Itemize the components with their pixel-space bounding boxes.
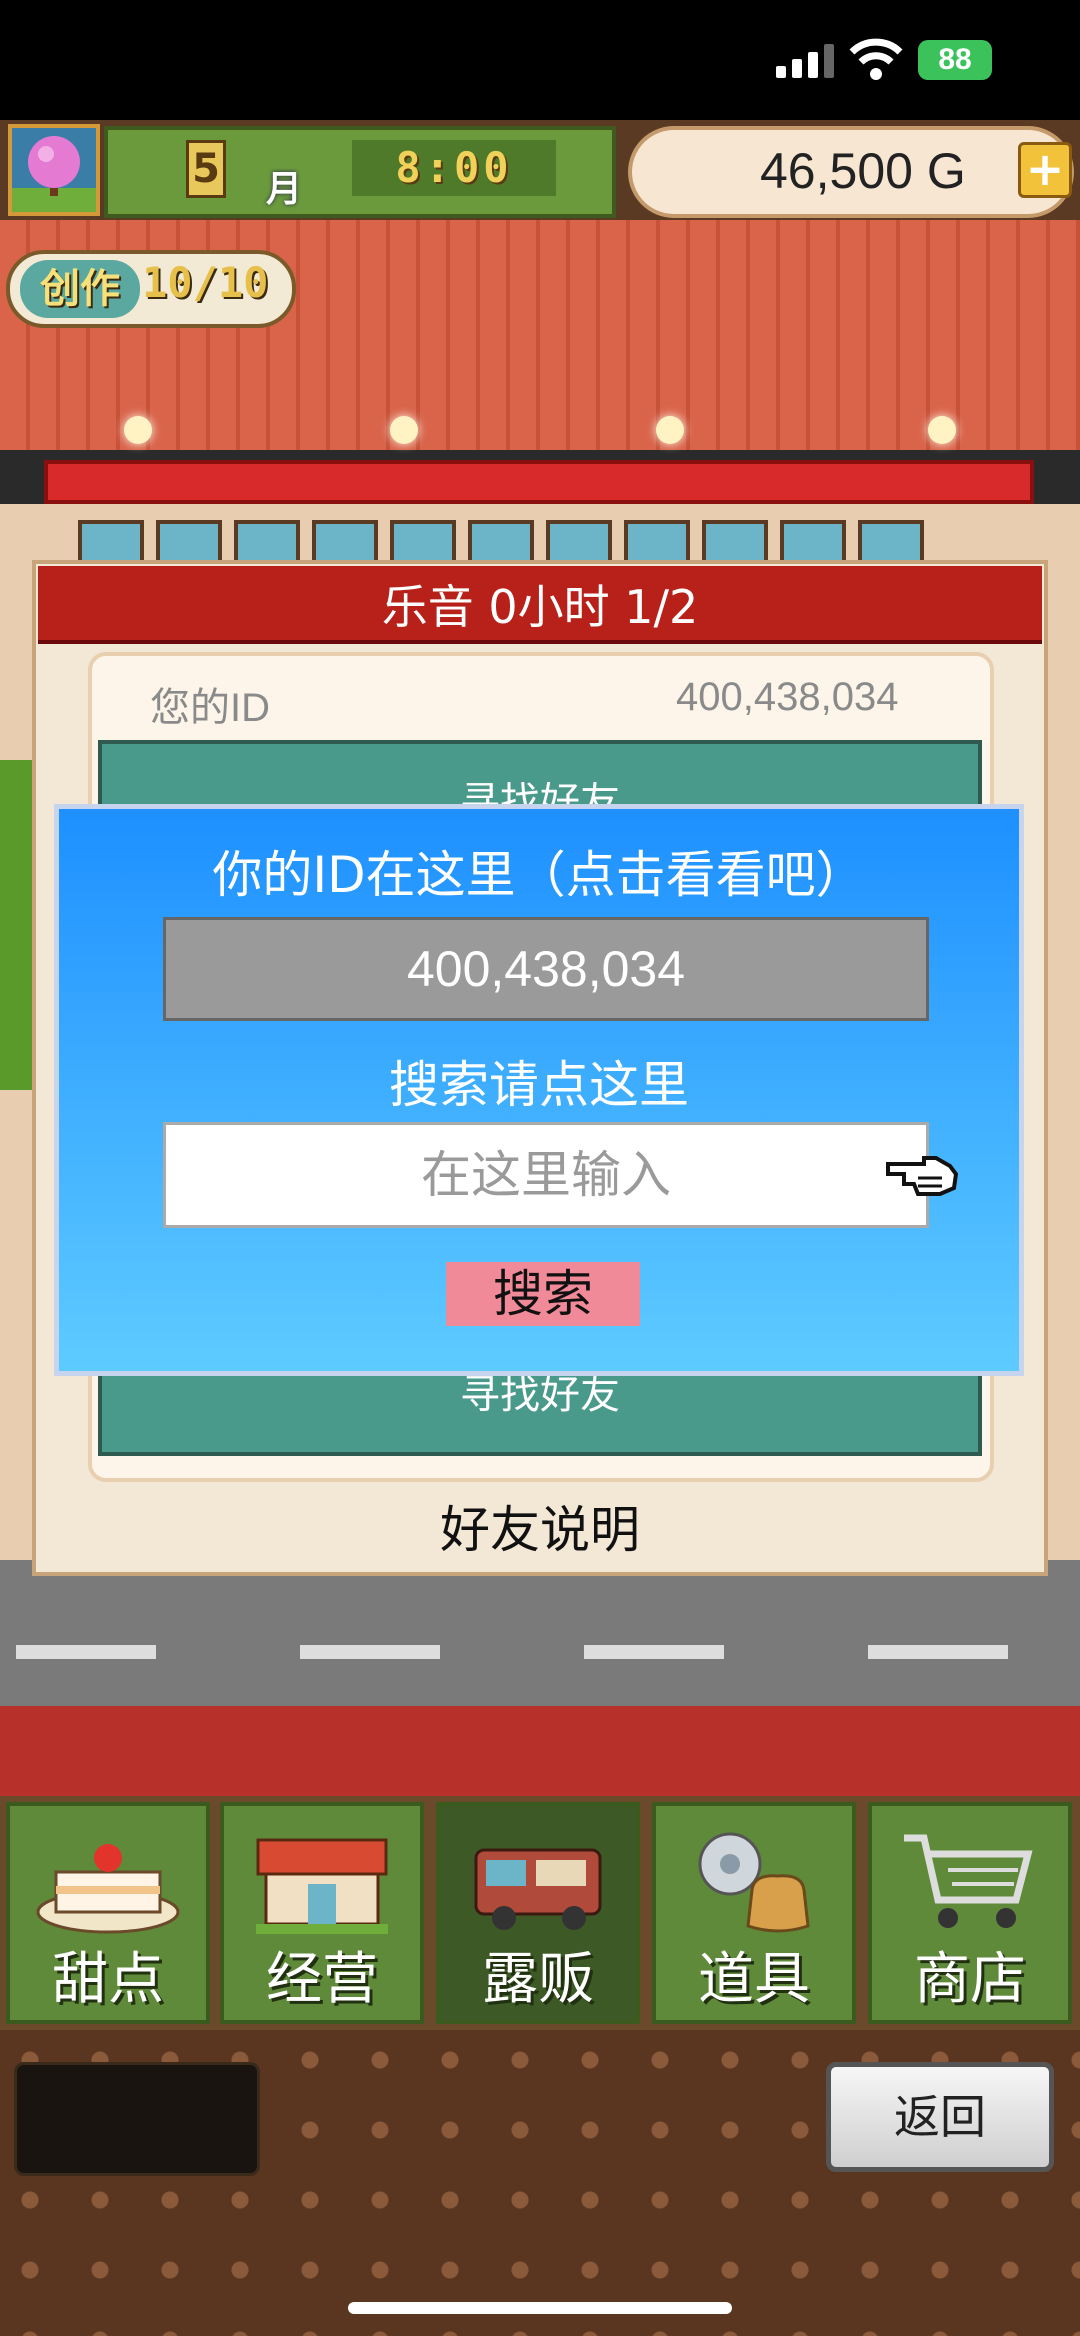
message-box — [14, 2062, 260, 2176]
panel-title: 乐音 0小时 1/2 — [381, 580, 699, 634]
nav-label-store: 商店 — [914, 1947, 1026, 2012]
nav-label-sweets: 甜点 — [52, 1947, 164, 2012]
month-unit: 月 — [266, 169, 303, 210]
shop-sign-bar — [44, 460, 1034, 504]
gold-amount: 46,500 G — [760, 143, 966, 199]
wifi-icon — [849, 38, 903, 80]
status-clock: 10:58 — [128, 34, 241, 83]
create-label: 创作 — [20, 260, 140, 318]
add-gold-button[interactable]: + — [1018, 142, 1072, 198]
back-button[interactable]: 返回 — [826, 2062, 1054, 2172]
road — [0, 1560, 1080, 1710]
month-number: 5 — [186, 140, 226, 198]
search-button[interactable]: 搜索 — [446, 1262, 640, 1326]
nav-label-stall: 露贩 — [482, 1947, 594, 2012]
dialog-title: 你的ID在这里（点击看看吧） — [212, 846, 866, 904]
tree-avatar-icon[interactable] — [8, 124, 100, 216]
cellular-signal-icon — [776, 44, 834, 78]
dialog-id-value[interactable]: 400,438,034 — [163, 917, 929, 1021]
light-bulb — [656, 416, 684, 444]
road-marking — [868, 1645, 1008, 1659]
game-time: 8:00 — [395, 143, 513, 192]
find-friends-button[interactable]: 寻找好友 — [98, 1370, 982, 1420]
friend-id-input[interactable] — [163, 1122, 929, 1228]
light-bulb — [928, 416, 956, 444]
red-carpet — [0, 1706, 1080, 1800]
home-indicator[interactable] — [348, 2302, 732, 2314]
nav-label-items: 道具 — [698, 1947, 810, 2012]
nav-label-manage: 经营 — [266, 1947, 378, 2012]
road-marking — [16, 1645, 156, 1659]
food-truck-icon — [474, 1848, 602, 1930]
cake-icon — [36, 1844, 180, 1934]
pointing-hand-icon — [886, 1156, 959, 1196]
awning-lights — [0, 410, 1080, 450]
friend-help-button[interactable]: 好友说明 — [32, 1495, 1048, 1565]
road-marking — [300, 1645, 440, 1659]
battery-icon: 88 — [918, 40, 992, 80]
your-id-value: 400,438,034 — [676, 675, 899, 719]
cart-icon — [904, 1834, 1033, 1928]
create-count: 10/10 — [142, 258, 269, 307]
light-bulb — [124, 416, 152, 444]
dialog-search-label: 搜索请点这里 — [389, 1056, 689, 1114]
your-id-label: 您的ID — [150, 686, 270, 730]
road-marking — [584, 1645, 724, 1659]
light-bulb — [390, 416, 418, 444]
tree — [0, 760, 36, 1090]
gear-bag-icon — [698, 1832, 810, 1933]
shop-icon — [256, 1838, 388, 1934]
